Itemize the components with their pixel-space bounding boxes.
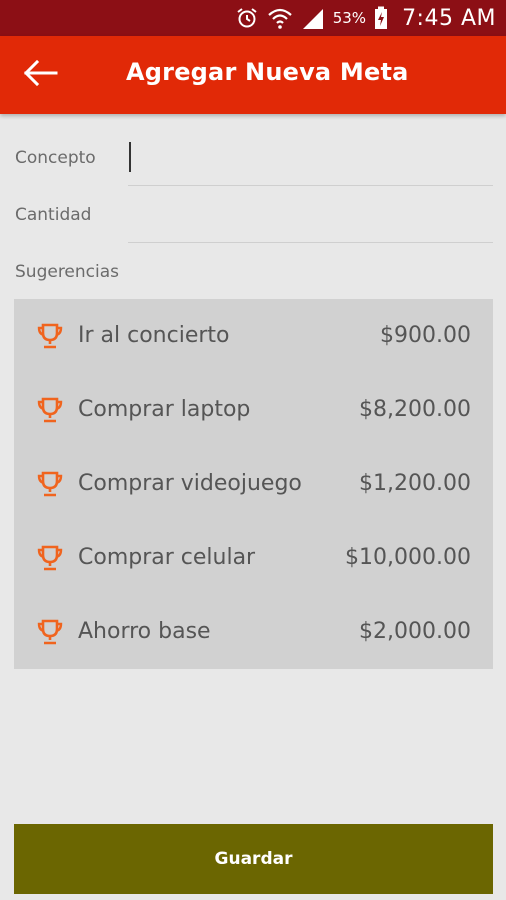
app-bar: Agregar Nueva Meta (0, 36, 506, 114)
trophy-icon (36, 470, 64, 498)
suggestions-list: Ir al concierto $900.00 Comprar laptop $… (14, 299, 493, 669)
suggestion-name: Comprar videojuego (78, 471, 302, 496)
trophy-icon (36, 618, 64, 646)
save-button[interactable]: Guardar (14, 824, 493, 894)
suggestion-amount: $8,200.00 (359, 397, 471, 422)
suggestion-amount: $2,000.00 (359, 619, 471, 644)
trophy-icon (36, 322, 64, 350)
page-title: Agregar Nueva Meta (126, 58, 409, 86)
back-button[interactable] (20, 55, 60, 95)
suggestion-name: Ahorro base (78, 619, 211, 644)
suggestion-name: Comprar celular (78, 545, 256, 570)
suggestion-amount: $10,000.00 (345, 545, 471, 570)
suggestion-item[interactable]: Comprar celular $10,000.00 (14, 521, 493, 595)
suggestion-item[interactable]: Comprar videojuego $1,200.00 (14, 447, 493, 521)
text-caret (129, 142, 131, 172)
battery-charging-icon (374, 6, 388, 30)
suggestion-item[interactable]: Ir al concierto $900.00 (14, 299, 493, 373)
suggestion-amount: $900.00 (380, 323, 471, 348)
cantidad-label: Cantidad (15, 205, 92, 225)
trophy-icon (36, 396, 64, 424)
status-time: 7:45 AM (402, 5, 496, 31)
sugerencias-label: Sugerencias (15, 262, 120, 282)
arrow-back-icon (22, 59, 58, 91)
suggestion-name: Comprar laptop (78, 397, 251, 422)
suggestion-amount: $1,200.00 (359, 471, 471, 496)
suggestion-name: Ir al concierto (78, 323, 230, 348)
alarm-icon (235, 6, 259, 30)
concepto-input[interactable] (128, 146, 493, 186)
status-icons: 53% 7:45 AM (235, 0, 496, 36)
suggestion-item[interactable]: Comprar laptop $8,200.00 (14, 373, 493, 447)
suggestion-item[interactable]: Ahorro base $2,000.00 (14, 595, 493, 669)
concepto-label: Concepto (15, 148, 96, 168)
battery-percent: 53% (332, 9, 367, 27)
cantidad-input[interactable] (128, 203, 493, 243)
signal-icon (301, 7, 325, 29)
status-bar: 53% 7:45 AM (0, 0, 506, 36)
wifi-icon (267, 6, 293, 30)
trophy-icon (36, 544, 64, 572)
